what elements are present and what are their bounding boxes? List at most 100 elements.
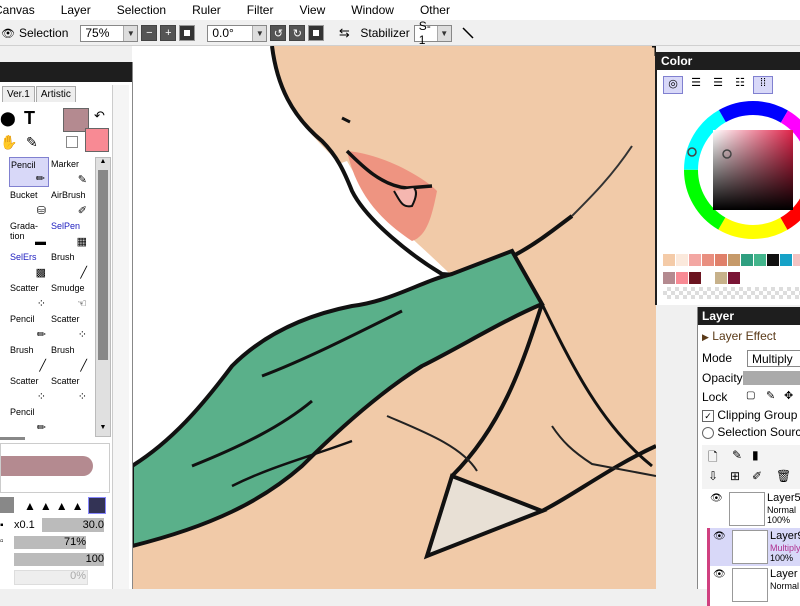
color-swatch[interactable] (676, 272, 688, 284)
mixer-mode-icon[interactable]: ☷ (731, 76, 749, 92)
zoom-out-button[interactable]: − (141, 25, 158, 41)
layer-row[interactable]: 👁 Layer9Multiply100% (707, 528, 800, 568)
tool-brush[interactable]: Brush ╱ (50, 250, 90, 280)
tool-smudge[interactable]: Smudge ☜ (50, 281, 90, 311)
color-swatch[interactable] (676, 254, 688, 266)
chevron-down-icon[interactable]: ▼ (96, 424, 110, 436)
color-swatch[interactable] (663, 272, 675, 284)
new-linework-icon[interactable]: ▮ (752, 448, 759, 462)
zoom-in-button[interactable]: + (160, 25, 177, 41)
tool-pencil[interactable]: Pencil ✏ (9, 405, 49, 435)
new-layer-icon[interactable]: 🗋 (708, 448, 718, 469)
transparent-color-icon[interactable] (66, 136, 78, 148)
brush-tip-icons[interactable]: ▲▲▲▲ (24, 499, 88, 513)
lock-move-icon[interactable]: ✥ (784, 389, 793, 402)
tool-scatter[interactable]: Scatter ⁘ (9, 281, 49, 311)
zoom-select[interactable]: 75% ▼ (80, 24, 139, 42)
clear-layer-icon[interactable]: ✐ (752, 469, 762, 483)
tool-brush[interactable]: Brush ╱ (9, 343, 49, 373)
tab-ver1[interactable]: Ver.1 (2, 86, 35, 102)
menu-view[interactable]: View (286, 0, 338, 20)
stabilizer-select[interactable]: S-1 ▼ (413, 19, 452, 47)
trash-icon[interactable]: 🗑 (776, 469, 791, 483)
rotate-right-button[interactable]: ↻ (289, 25, 306, 41)
color-swatch[interactable] (715, 272, 727, 284)
tool-bucket[interactable]: Bucket ⛁ (9, 188, 49, 218)
brush-tip-square[interactable] (88, 497, 106, 514)
size-multiplier[interactable]: x0.1 (14, 519, 35, 531)
menu-filter[interactable]: Filter (234, 0, 287, 20)
new-layer-folder-icon[interactable]: ✎ (732, 448, 742, 462)
menu-layer[interactable]: Layer (48, 0, 104, 20)
tool-selpen[interactable]: SelPen ▦ (50, 219, 90, 249)
tool-scatter[interactable]: Scatter ⁘ (50, 374, 90, 404)
selection-source-row[interactable]: Selection Source (702, 425, 800, 439)
tool-scatter[interactable]: Scatter ⁘ (50, 312, 90, 342)
color-swatch[interactable] (663, 254, 675, 266)
empty-swatch-row[interactable] (663, 287, 800, 299)
text-tool-icon[interactable]: T (24, 108, 35, 129)
eye-icon[interactable]: 👁 (0, 25, 16, 41)
menu-selection[interactable]: Selection (104, 0, 179, 20)
tool-brush[interactable]: Brush ╱ (50, 343, 90, 373)
layer-row[interactable]: 👁 Layer Normal (707, 566, 800, 606)
opacity-slider[interactable] (743, 371, 800, 385)
color-swatch[interactable] (689, 272, 701, 284)
tool-selers[interactable]: SelErs ▩ (9, 250, 49, 280)
transfer-down-icon[interactable]: ⇩ (708, 469, 718, 483)
secondary-color-swatch[interactable] (85, 128, 109, 152)
rotation-select[interactable]: 0.0° ▼ (207, 24, 268, 42)
menu-window[interactable]: Window (338, 0, 407, 20)
selection-source-radio[interactable] (702, 426, 714, 439)
menu-ruler[interactable]: Ruler (179, 0, 234, 20)
tool-scrollbar[interactable]: ▲ ▼ (95, 157, 111, 437)
chevron-up-icon[interactable]: ▲ (96, 158, 110, 170)
color-swatch[interactable] (702, 272, 714, 284)
splitter[interactable] (0, 437, 25, 440)
color-swatch[interactable] (689, 254, 701, 266)
shape-dropdown[interactable] (0, 497, 14, 513)
scrollbar-thumb[interactable] (98, 170, 108, 360)
mode-select[interactable]: Multiply (747, 350, 800, 367)
swatches-mode-icon[interactable]: ⁞⁞ (753, 76, 773, 94)
layer-effect-toggle[interactable]: ▶ Layer Effect (702, 329, 776, 343)
rotate-left-button[interactable]: ↺ (270, 25, 287, 41)
color-swatch[interactable] (728, 254, 740, 266)
color-swatch[interactable] (754, 254, 766, 266)
clipping-group-row[interactable]: ✓ Clipping Group (702, 408, 797, 422)
tab-artistic[interactable]: Artistic (35, 86, 76, 102)
eye-icon[interactable]: 👁 (713, 569, 726, 580)
drawing-canvas[interactable] (132, 46, 656, 589)
lock-transparency-icon[interactable]: ▢ (746, 390, 755, 401)
merge-down-icon[interactable]: ⊞ (730, 469, 740, 483)
swap-colors-icon[interactable]: ↶ (94, 108, 105, 124)
color-swatch[interactable] (767, 254, 779, 266)
tool-gradation[interactable]: Grada- tion ▬ (9, 219, 49, 249)
color-swatch[interactable] (728, 272, 740, 284)
color-swatch[interactable] (702, 254, 714, 266)
color-wheel-mode-icon[interactable]: ◎ (663, 76, 683, 94)
lock-paint-icon[interactable]: ✎ (766, 389, 775, 402)
rgb-slider-mode-icon[interactable]: ☰ (687, 76, 705, 92)
eye-icon[interactable]: 👁 (713, 531, 726, 542)
hsv-slider-mode-icon[interactable]: ☰ (709, 76, 727, 92)
tool-marker[interactable]: Marker ✎ (50, 157, 90, 187)
layer-row[interactable]: 👁 Layer5 Normal 100% (707, 490, 800, 530)
menu-canvas[interactable]: Canvas (0, 0, 48, 20)
tool-pencil[interactable]: Pencil ✏ (9, 157, 49, 187)
line-tool-button[interactable] (460, 25, 476, 41)
left-panel-scroll-track[interactable] (112, 85, 129, 589)
color-swatch[interactable] (793, 254, 800, 266)
tool-scatter[interactable]: Scatter ⁘ (9, 374, 49, 404)
tool-pencil[interactable]: Pencil ✏ (9, 312, 49, 342)
hand-icon[interactable]: ✋ (0, 134, 17, 151)
menu-other[interactable]: Other (407, 0, 463, 20)
shapes-icon[interactable]: ⬤ (0, 110, 18, 128)
rotation-reset-button[interactable] (308, 25, 325, 41)
flip-horizontal-button[interactable]: ⇆ (336, 25, 352, 41)
eyedropper-icon[interactable]: ✎ (26, 134, 38, 151)
hue-wheel[interactable] (681, 98, 800, 243)
color-swatch[interactable] (741, 254, 753, 266)
color-swatch[interactable] (780, 254, 792, 266)
eye-icon[interactable]: 👁 (710, 493, 723, 504)
